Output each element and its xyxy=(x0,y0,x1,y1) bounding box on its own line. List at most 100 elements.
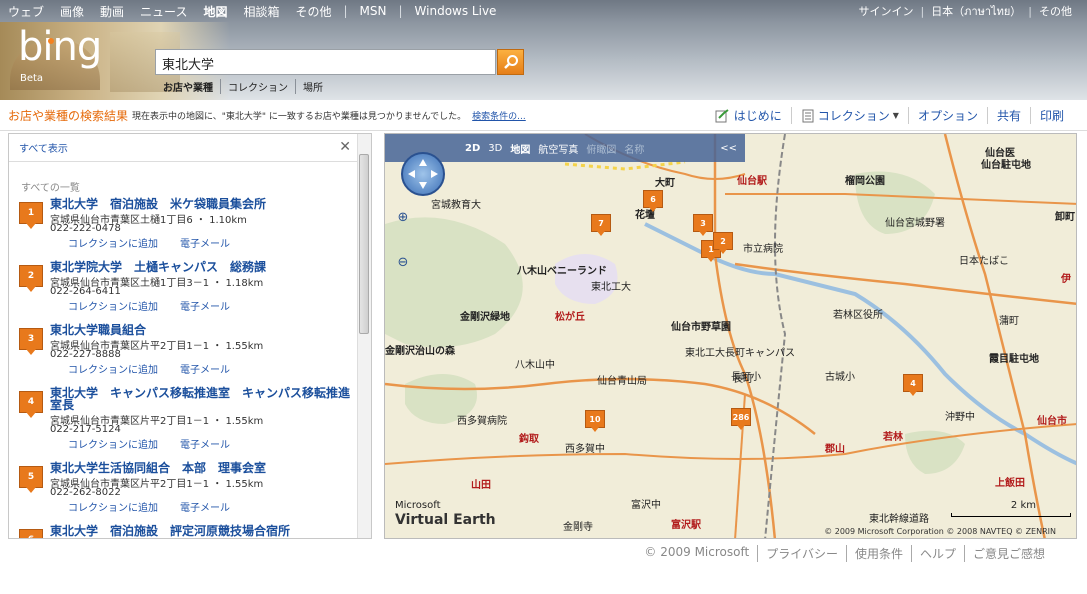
scope-collections[interactable]: コレクション xyxy=(220,79,295,94)
map-label: 沖野中 xyxy=(945,412,975,423)
scope-business[interactable]: お店や業種 xyxy=(163,79,220,94)
map-copyright: © 2009 Microsoft Corporation © 2008 NAVT… xyxy=(824,527,1056,536)
scrollbar-thumb[interactable] xyxy=(359,154,369,334)
feedback-link[interactable]: ご意見ご感想 xyxy=(963,545,1053,562)
map-3d-tab[interactable]: 3D xyxy=(484,143,506,154)
zoom-in-icon[interactable]: ⊕ xyxy=(398,210,409,225)
map-label: 上飯田 xyxy=(995,478,1025,489)
result-pin-icon[interactable]: 1 xyxy=(19,202,43,229)
map-view[interactable]: 2D 3D 地図 航空写真 俯瞰図 名称 << ⊕ ⊖ 仙台駅 榴岡公園 仙台医… xyxy=(384,133,1077,539)
nav-news[interactable]: ニュース xyxy=(132,3,195,20)
map-aerial-tab[interactable]: 航空写真 xyxy=(534,141,582,156)
map-2d-tab[interactable]: 2D xyxy=(461,143,484,154)
map-label: 金剛沢治山の森 xyxy=(385,346,455,357)
result-actions: コレクションに追加 電子メール xyxy=(68,235,252,250)
search-criteria-link[interactable]: 検索条件の... xyxy=(472,109,526,122)
result-pin-icon[interactable]: 5 xyxy=(19,466,43,493)
add-to-collection-link[interactable]: コレクションに追加 xyxy=(68,298,158,313)
nav-divider: | xyxy=(398,4,403,18)
result-title-link[interactable]: 東北大学 キャンパス移転推進室 キャンパス移転推進室長 xyxy=(50,387,350,411)
result-title-link[interactable]: 東北大学 宿泊施設 評定河原競技場合宿所 xyxy=(50,525,350,537)
zoom-out-icon[interactable]: ⊖ xyxy=(398,255,409,270)
map-birdseye-tab[interactable]: 俯瞰図 xyxy=(582,141,620,156)
scale-bar xyxy=(951,513,1071,517)
nav-images[interactable]: 画像 xyxy=(52,3,92,20)
print-button[interactable]: 印刷 xyxy=(1029,107,1073,124)
region-link[interactable]: 日本（ภาษาไทย） xyxy=(928,2,1024,20)
scope-places[interactable]: 場所 xyxy=(295,79,330,94)
terms-link[interactable]: 使用条件 xyxy=(845,545,911,562)
result-phone: 022-217-5124 xyxy=(50,424,121,435)
search-input[interactable]: 東北大学 xyxy=(155,49,496,75)
collections-label: コレクション xyxy=(817,109,890,123)
nav-maps[interactable]: 地図 xyxy=(195,3,235,20)
help-link[interactable]: ヘルプ xyxy=(910,545,964,562)
nav-windows-live[interactable]: Windows Live xyxy=(407,4,505,18)
map-road-tab[interactable]: 地図 xyxy=(506,141,534,156)
nav-videos[interactable]: 動画 xyxy=(92,3,132,20)
map-label: 古城小 xyxy=(825,372,855,383)
result-title-link[interactable]: 東北学院大学 土樋キャンパス 総務課 xyxy=(50,261,350,273)
map-labels-toggle[interactable]: 名称 xyxy=(620,141,648,156)
result-pin-icon[interactable]: 6 xyxy=(19,529,43,538)
collapse-toolbar-button[interactable]: << xyxy=(716,143,745,154)
map-label: 霞目駐屯地 xyxy=(989,354,1039,365)
map-label: 金剛沢緑地 xyxy=(460,312,510,323)
nav-divider: | xyxy=(343,4,348,18)
nav-more[interactable]: その他 xyxy=(287,3,339,20)
email-link[interactable]: 電子メール xyxy=(180,436,230,451)
map-label: 仙台市野草園 xyxy=(671,322,731,333)
bing-logo[interactable]: bing xyxy=(18,24,102,70)
result-actions: コレクションに追加 電子メール xyxy=(68,436,252,451)
chevron-down-icon: ▼ xyxy=(892,111,899,120)
account-more-link[interactable]: その他 xyxy=(1036,3,1075,19)
map-label: 東北工大 xyxy=(591,282,631,293)
result-actions: コレクションに追加 電子メール xyxy=(68,298,252,313)
result-actions: コレクションに追加 電子メール xyxy=(68,361,252,376)
nav-web[interactable]: ウェブ xyxy=(0,3,52,20)
map-pin-icon[interactable]: 3 xyxy=(693,214,713,236)
map-label: 東北工大長町キャンパス xyxy=(685,348,795,359)
result-phone: 022-227-8888 xyxy=(50,349,121,360)
pan-compass-icon[interactable] xyxy=(401,152,445,196)
add-to-collection-link[interactable]: コレクションに追加 xyxy=(68,361,158,376)
map-tools: はじめに コレクション ▼ オプション 共有 印刷 xyxy=(706,100,1073,131)
map-pin-icon[interactable]: 7 xyxy=(591,214,611,236)
map-label: 仙台青山局 xyxy=(597,376,647,387)
map-pin-icon[interactable]: 10 xyxy=(585,410,605,432)
signin-link[interactable]: サインイン xyxy=(855,3,916,19)
result-pin-icon[interactable]: 3 xyxy=(19,328,43,355)
add-to-collection-link[interactable]: コレクションに追加 xyxy=(68,499,158,514)
result-title-link[interactable]: 東北大学職員組合 xyxy=(50,324,350,336)
collections-button[interactable]: コレクション ▼ xyxy=(790,107,908,124)
email-link[interactable]: 電子メール xyxy=(180,298,230,313)
account-navigation: サインイン | 日本（ภาษาไทย） | その他 xyxy=(855,0,1075,22)
email-link[interactable]: 電子メール xyxy=(180,235,230,250)
show-all-link[interactable]: すべて表示 xyxy=(19,140,68,155)
result-title-link[interactable]: 東北大学 宿泊施設 米ケ袋職員集会所 xyxy=(50,198,350,210)
map-label: 松が丘 xyxy=(555,312,585,323)
result-pin-icon[interactable]: 4 xyxy=(19,391,43,418)
nav-divider: | xyxy=(920,4,925,18)
virtual-earth-logo-top: Microsoft xyxy=(395,500,441,511)
add-to-collection-link[interactable]: コレクションに追加 xyxy=(68,235,158,250)
privacy-link[interactable]: プライバシー xyxy=(757,545,846,562)
getting-started-button[interactable]: はじめに xyxy=(706,107,791,124)
nav-divider: | xyxy=(1028,4,1032,18)
close-icon[interactable]: ✕ xyxy=(339,139,351,155)
map-pin-icon[interactable]: 2 xyxy=(713,232,733,254)
search-button[interactable] xyxy=(497,49,524,75)
nav-msn[interactable]: MSN xyxy=(352,4,395,18)
map-label: 宮城教育大 xyxy=(431,200,481,211)
share-button[interactable]: 共有 xyxy=(986,107,1030,124)
email-link[interactable]: 電子メール xyxy=(180,499,230,514)
add-to-collection-link[interactable]: コレクションに追加 xyxy=(68,436,158,451)
options-button[interactable]: オプション xyxy=(907,107,987,124)
result-title-link[interactable]: 東北大学生活協同組合 本部 理事会室 xyxy=(50,462,350,474)
map-label: 鈎取 xyxy=(519,434,539,445)
results-scrollbar[interactable] xyxy=(357,134,371,538)
result-pin-icon[interactable]: 2 xyxy=(19,265,43,292)
email-link[interactable]: 電子メール xyxy=(180,361,230,376)
map-pin-icon[interactable]: 6 xyxy=(643,190,663,212)
nav-answers[interactable]: 相談箱 xyxy=(235,3,287,20)
